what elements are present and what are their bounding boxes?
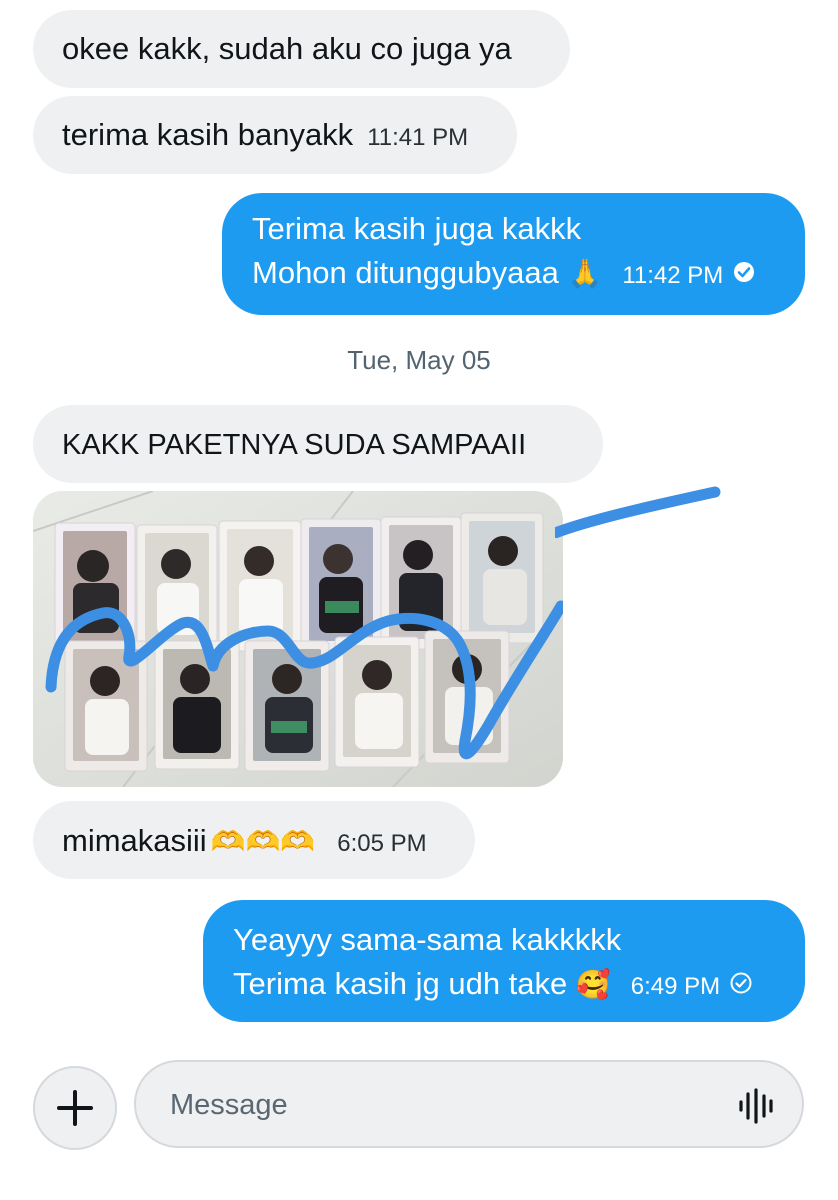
sent-message-bubble[interactable]: Yeayyy sama-sama kakkkkk Terima kasih jg… — [203, 900, 805, 1022]
scribble-overflow — [555, 486, 721, 538]
message-timestamp: 11:41 PM — [367, 124, 469, 151]
dm-conversation: okee kakk, sudah aku co juga ya terima k… — [0, 0, 838, 1200]
folded-hands-emoji: 🙏 — [567, 257, 603, 290]
message-text-line-2: Terima kasih jg udh take — [233, 966, 568, 1001]
message-timestamp: 6:05 PM — [337, 830, 427, 857]
message-timestamp: 6:49 PM — [630, 973, 721, 1000]
message-text: mimakasiii — [62, 823, 207, 858]
message-composer[interactable] — [134, 1060, 804, 1148]
message-text-line-1: Yeayyy sama-sama kakkkkk — [233, 922, 622, 957]
message-text: okee kakk, sudah aku co juga ya — [62, 31, 512, 66]
photocards-image — [33, 491, 563, 787]
message-timestamp: 11:42 PM — [622, 262, 724, 289]
received-message-bubble[interactable]: okee kakk, sudah aku co juga ya — [33, 10, 570, 88]
sent-message-bubble[interactable]: Terima kasih juga kakkk Mohon ditungguby… — [222, 193, 805, 315]
message-text: terima kasih banyakk — [62, 117, 354, 152]
plus-icon — [57, 1090, 93, 1126]
smiling-hearts-emoji: 🥰 — [575, 968, 611, 1001]
received-message-bubble[interactable]: mimakasiii 🫶🫶🫶 6:05 PM — [33, 801, 475, 879]
received-message-bubble[interactable]: KAKK PAKETNYA SUDA SAMPAAII — [33, 405, 603, 483]
image-attachment[interactable] — [33, 491, 563, 787]
message-text-line-1: Terima kasih juga kakkk — [252, 211, 582, 246]
check-circle-outline-icon — [730, 962, 752, 1006]
message-text-line-2: Mohon ditunggubyaaa — [252, 255, 559, 290]
received-message-bubble[interactable]: terima kasih banyakk 11:41 PM — [33, 96, 517, 174]
voice-wave-icon[interactable] — [738, 1086, 774, 1126]
add-attachment-button[interactable] — [33, 1066, 117, 1150]
date-separator: Tue, May 05 — [347, 345, 491, 375]
check-circle-filled-icon — [733, 251, 755, 295]
heart-hands-emoji: 🫶🫶🫶 — [210, 825, 316, 858]
message-input[interactable] — [168, 1076, 712, 1134]
message-text: KAKK PAKETNYA SUDA SAMPAAII — [62, 429, 527, 461]
